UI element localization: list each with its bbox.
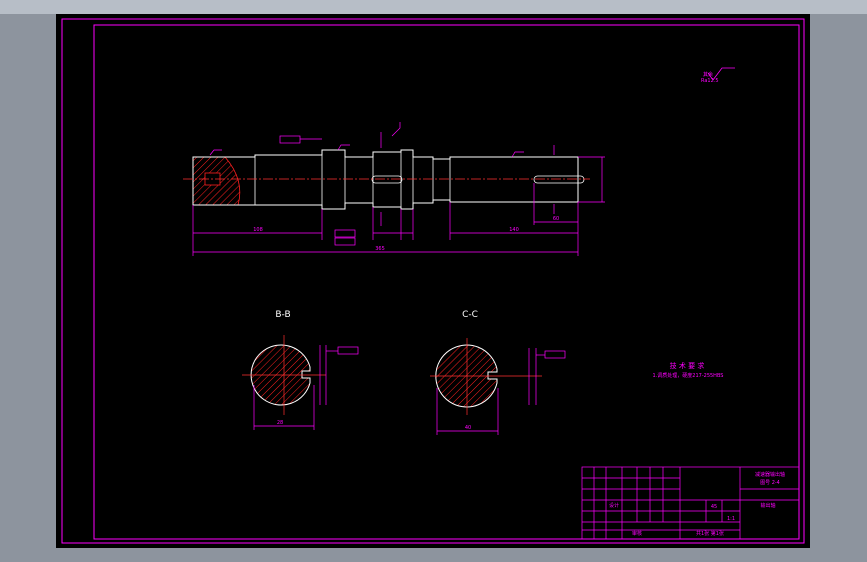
dim-keyway-right: 60	[553, 216, 559, 222]
drawing-sheet	[56, 14, 810, 548]
tech-req-title: 技 术 要 求	[670, 361, 705, 370]
scale-value: 1:1	[727, 516, 735, 522]
dim-overall-length: 365	[375, 246, 385, 252]
tech-req-line1: 1.调质处理，硬度217-255HBS	[653, 372, 724, 379]
roughness-note-line2: Ra12.5	[701, 78, 719, 84]
drawing-canvas: 其余 Ra12.5 365 108 140 60 B-B 28 C-C 40 技…	[56, 14, 810, 548]
designer-label: 设计	[609, 502, 619, 509]
section-cc-label: C-C	[462, 310, 478, 320]
part-name: 输出轴	[760, 502, 775, 509]
dim-cc-width: 40	[465, 425, 471, 431]
material-value: 45	[711, 504, 717, 510]
dim-left-segment: 108	[253, 227, 263, 233]
dim-right-segment: 140	[509, 227, 519, 233]
sheet-count: 共1张 第1张	[696, 530, 724, 537]
checker-label: 审核	[632, 530, 642, 537]
roughness-note-line1: 其余	[703, 71, 713, 78]
dim-bb-width: 28	[277, 420, 283, 426]
title-line1: 减速器输出轴	[755, 471, 785, 478]
section-bb-label: B-B	[275, 310, 290, 320]
title-line2: 图号 2-4	[760, 480, 780, 486]
